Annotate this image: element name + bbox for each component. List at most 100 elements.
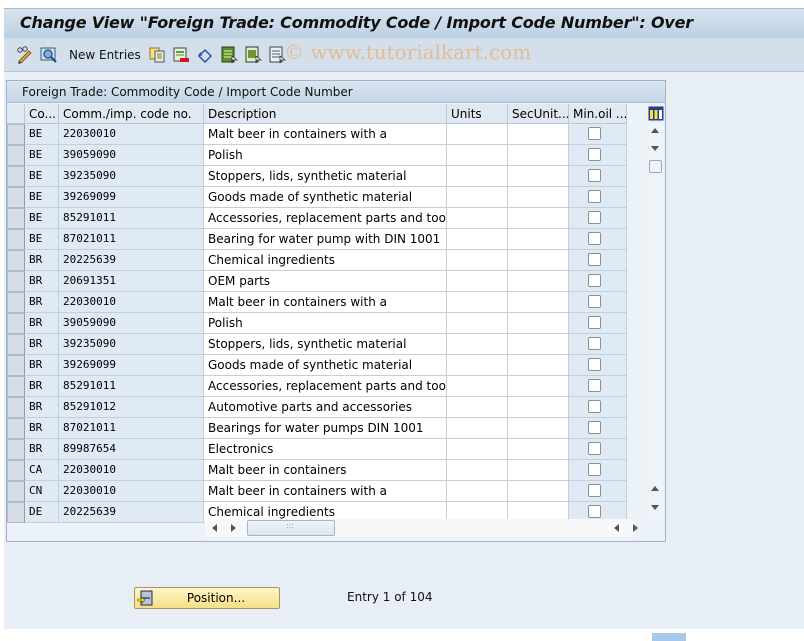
cell-units[interactable]: [447, 481, 508, 502]
cell-description[interactable]: Bearing for water pump with DIN 1001: [204, 229, 447, 250]
horizontal-scrollbar[interactable]: [205, 519, 638, 537]
cell-sec-unit[interactable]: [508, 481, 569, 502]
select-all-rows-button[interactable]: [7, 104, 25, 124]
cell-sec-unit[interactable]: [508, 187, 569, 208]
min-oil-checkbox[interactable]: [588, 211, 601, 224]
cell-sec-unit[interactable]: [508, 418, 569, 439]
row-selector[interactable]: [7, 334, 25, 355]
row-selector[interactable]: [7, 292, 25, 313]
row-selector[interactable]: [7, 208, 25, 229]
cell-description[interactable]: Automotive parts and accessories: [204, 397, 447, 418]
scroll-left-button[interactable]: [209, 522, 221, 534]
scroll-right-button[interactable]: [227, 522, 239, 534]
row-selector[interactable]: [7, 313, 25, 334]
min-oil-checkbox[interactable]: [588, 505, 601, 518]
row-selector[interactable]: [7, 502, 25, 523]
cell-units[interactable]: [447, 229, 508, 250]
cell-description[interactable]: Bearings for water pumps DIN 1001: [204, 418, 447, 439]
scroll-page-down-button[interactable]: [648, 500, 662, 514]
cell-sec-unit[interactable]: [508, 355, 569, 376]
min-oil-checkbox[interactable]: [588, 463, 601, 476]
column-header-sec-unit[interactable]: SecUnit...: [508, 104, 569, 124]
cell-units[interactable]: [447, 124, 508, 145]
select-all-icon[interactable]: [220, 46, 238, 64]
vertical-scrollbar[interactable]: [645, 124, 665, 519]
row-selector[interactable]: [7, 187, 25, 208]
cell-units[interactable]: [447, 187, 508, 208]
min-oil-checkbox[interactable]: [588, 190, 601, 203]
cell-sec-unit[interactable]: [508, 250, 569, 271]
cell-description[interactable]: Polish: [204, 145, 447, 166]
cell-units[interactable]: [447, 334, 508, 355]
vertical-scroll-thumb[interactable]: [649, 160, 662, 173]
row-selector[interactable]: [7, 481, 25, 502]
horizontal-scroll-thumb[interactable]: [247, 520, 335, 536]
cell-units[interactable]: [447, 145, 508, 166]
row-selector[interactable]: [7, 376, 25, 397]
select-block-icon[interactable]: [244, 46, 262, 64]
column-header-min-oil[interactable]: Min.oil ...: [569, 104, 627, 124]
scroll-down-button[interactable]: [648, 141, 662, 155]
cell-sec-unit[interactable]: [508, 313, 569, 334]
cell-units[interactable]: [447, 418, 508, 439]
row-selector[interactable]: [7, 166, 25, 187]
min-oil-checkbox[interactable]: [588, 148, 601, 161]
min-oil-checkbox[interactable]: [588, 169, 601, 182]
cell-units[interactable]: [447, 271, 508, 292]
min-oil-checkbox[interactable]: [588, 127, 601, 140]
cell-sec-unit[interactable]: [508, 208, 569, 229]
column-header-country[interactable]: Co...: [25, 104, 59, 124]
copy-as-icon[interactable]: [148, 46, 166, 64]
cell-description[interactable]: Chemical ingredients: [204, 250, 447, 271]
cell-units[interactable]: [447, 250, 508, 271]
new-entries-button[interactable]: New Entries: [69, 48, 141, 62]
min-oil-checkbox[interactable]: [588, 442, 601, 455]
cell-sec-unit[interactable]: [508, 292, 569, 313]
cell-sec-unit[interactable]: [508, 376, 569, 397]
min-oil-checkbox[interactable]: [588, 400, 601, 413]
cell-description[interactable]: Accessories, replacement parts and tools: [204, 208, 447, 229]
cell-description[interactable]: Accessories, replacement parts and tools: [204, 376, 447, 397]
cell-sec-unit[interactable]: [508, 124, 569, 145]
cell-units[interactable]: [447, 355, 508, 376]
position-button[interactable]: Position...: [134, 587, 280, 609]
scroll-left-end-button[interactable]: [611, 522, 623, 534]
cell-description[interactable]: OEM parts: [204, 271, 447, 292]
delete-icon[interactable]: [172, 46, 190, 64]
cell-units[interactable]: [447, 208, 508, 229]
row-selector[interactable]: [7, 439, 25, 460]
row-selector[interactable]: [7, 229, 25, 250]
cell-units[interactable]: [447, 460, 508, 481]
row-selector[interactable]: [7, 124, 25, 145]
cell-description[interactable]: Malt beer in containers with a: [204, 292, 447, 313]
cell-description[interactable]: Stoppers, lids, synthetic material: [204, 334, 447, 355]
cell-sec-unit[interactable]: [508, 334, 569, 355]
column-settings-icon[interactable]: [648, 106, 664, 121]
cell-units[interactable]: [447, 292, 508, 313]
cell-sec-unit[interactable]: [508, 460, 569, 481]
cell-description[interactable]: Electronics: [204, 439, 447, 460]
row-selector[interactable]: [7, 355, 25, 376]
row-selector[interactable]: [7, 250, 25, 271]
scroll-page-up-button[interactable]: [648, 482, 662, 496]
cell-sec-unit[interactable]: [508, 229, 569, 250]
cell-description[interactable]: Malt beer in containers with a: [204, 124, 447, 145]
cell-units[interactable]: [447, 166, 508, 187]
cell-description[interactable]: Malt beer in containers: [204, 460, 447, 481]
undo-change-icon[interactable]: [196, 46, 214, 64]
row-selector[interactable]: [7, 145, 25, 166]
details-icon[interactable]: [40, 46, 58, 64]
cell-units[interactable]: [447, 376, 508, 397]
min-oil-checkbox[interactable]: [588, 295, 601, 308]
cell-sec-unit[interactable]: [508, 439, 569, 460]
cell-units[interactable]: [447, 313, 508, 334]
min-oil-checkbox[interactable]: [588, 274, 601, 287]
cell-units[interactable]: [447, 397, 508, 418]
column-header-units[interactable]: Units: [447, 104, 508, 124]
cell-sec-unit[interactable]: [508, 271, 569, 292]
row-selector[interactable]: [7, 271, 25, 292]
min-oil-checkbox[interactable]: [588, 421, 601, 434]
row-selector[interactable]: [7, 418, 25, 439]
column-header-description[interactable]: Description: [204, 104, 447, 124]
min-oil-checkbox[interactable]: [588, 379, 601, 392]
